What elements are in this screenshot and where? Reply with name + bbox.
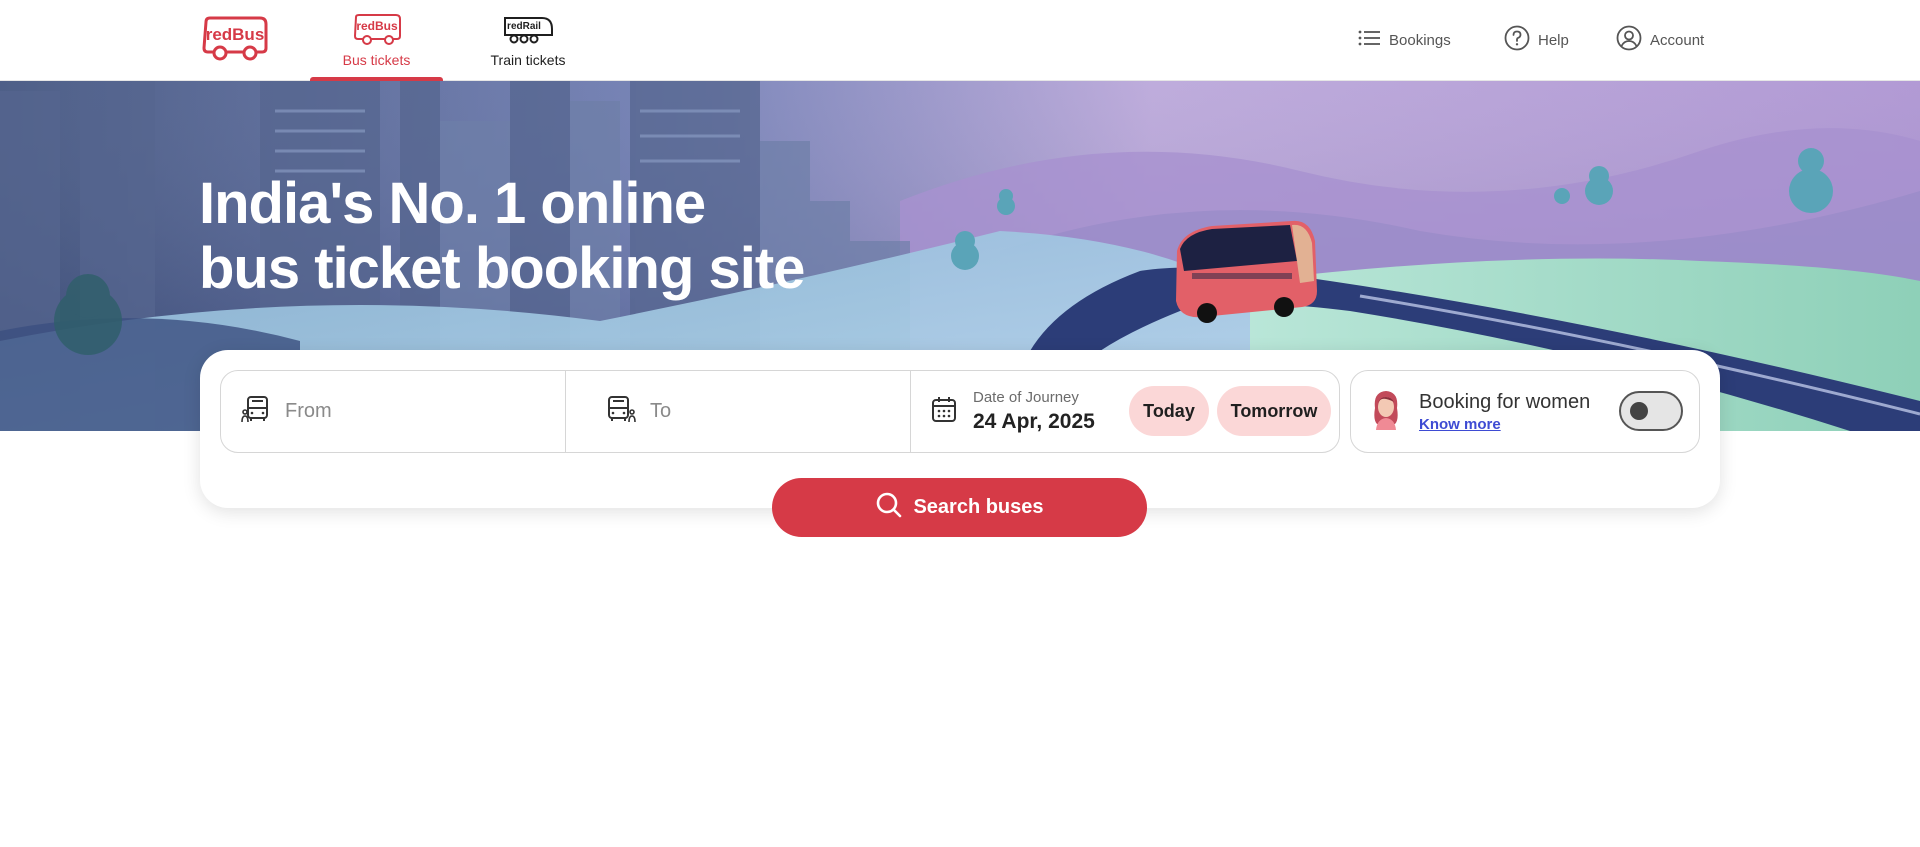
search-button-label: Search buses	[913, 496, 1044, 518]
tab-bus-tickets[interactable]: redBus Bus tickets	[310, 12, 443, 81]
today-chip[interactable]: Today	[1129, 386, 1209, 436]
search-buses-button[interactable]: Search buses	[772, 478, 1147, 537]
women-booking-box: Booking for women Know more	[1350, 370, 1700, 453]
redbus-bus-icon: redBus	[347, 12, 407, 46]
search-icon	[875, 491, 903, 525]
from-input[interactable]	[285, 400, 485, 423]
from-field[interactable]	[221, 371, 566, 452]
redrail-train-icon: redRail	[498, 12, 558, 46]
date-label: Date of Journey	[973, 389, 1079, 406]
tab-icon-text: redRail	[507, 21, 541, 32]
toggle-knob	[1630, 402, 1648, 420]
hero-title-line2: bus ticket booking site	[199, 236, 805, 301]
list-icon	[1357, 28, 1381, 52]
bus-arrival-icon	[606, 394, 636, 429]
account-label: Account	[1650, 31, 1705, 49]
hero-title-line1: India's No. 1 online	[199, 171, 706, 236]
redbus-logo[interactable]: redBus	[200, 16, 270, 62]
top-header: redBus redBus Bus tickets redRail Train …	[0, 0, 1920, 81]
bus-departure-icon	[241, 394, 271, 429]
date-field[interactable]: Date of Journey 24 Apr, 2025 Today Tomor…	[911, 371, 1339, 452]
tomorrow-chip[interactable]: Tomorrow	[1217, 386, 1331, 436]
bookings-link[interactable]: Bookings	[1357, 26, 1451, 54]
date-value: 24 Apr, 2025	[973, 410, 1095, 433]
tab-icon-text: redBus	[356, 19, 398, 33]
help-link[interactable]: Help	[1504, 25, 1569, 55]
tab-train-tickets[interactable]: redRail Train tickets	[468, 12, 588, 81]
help-label: Help	[1538, 31, 1569, 49]
account-circle-icon	[1616, 25, 1642, 55]
women-text: Booking for women Know more	[1419, 391, 1590, 433]
account-link[interactable]: Account	[1616, 25, 1705, 55]
calendar-icon	[931, 395, 957, 428]
tab-label: Bus tickets	[342, 52, 411, 68]
tab-label: Train tickets	[490, 52, 566, 68]
know-more-link[interactable]: Know more	[1419, 416, 1590, 433]
bookings-label: Bookings	[1389, 31, 1451, 49]
logo-text: redBus	[206, 25, 265, 44]
date-text: Date of Journey 24 Apr, 2025	[973, 389, 1095, 434]
route-date-group: Date of Journey 24 Apr, 2025 Today Tomor…	[220, 370, 1340, 453]
to-input[interactable]	[650, 400, 850, 423]
women-booking-toggle[interactable]	[1619, 391, 1683, 431]
help-circle-icon	[1504, 25, 1530, 55]
to-field[interactable]	[566, 371, 911, 452]
hero-title: India's No. 1 online bus ticket booking …	[199, 171, 899, 301]
woman-avatar-icon	[1369, 388, 1403, 435]
women-booking-title: Booking for women	[1419, 390, 1591, 413]
